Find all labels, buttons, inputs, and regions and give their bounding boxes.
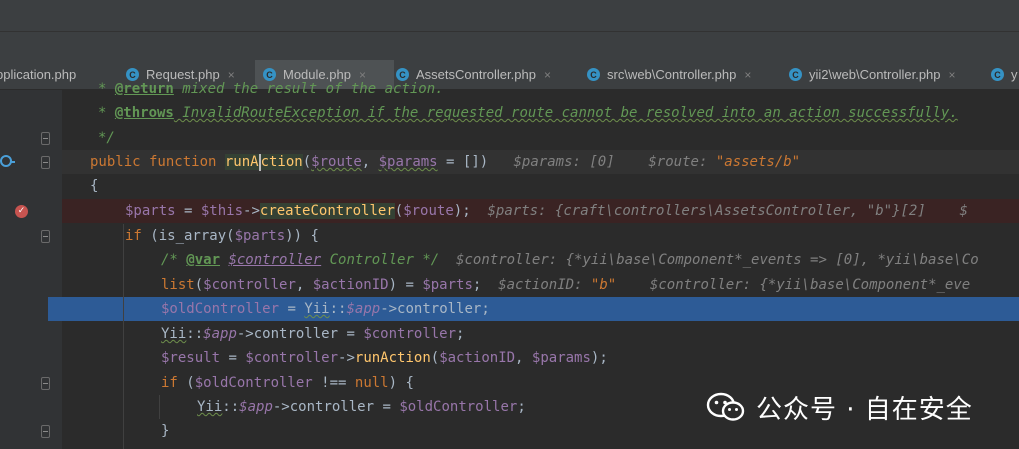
tab-src-web-controller[interactable]: C src\web\Controller.php × xyxy=(578,60,787,89)
indent-guide xyxy=(123,224,124,449)
php-class-icon: C xyxy=(587,68,600,81)
ide-toolbar xyxy=(0,0,1019,60)
code-line[interactable]: Yii::$app->controller = $oldController; xyxy=(197,395,526,419)
fold-marker[interactable] xyxy=(41,230,50,243)
inline-debug-value: $route: xyxy=(648,154,716,170)
code-line[interactable]: } xyxy=(161,419,169,443)
code-line[interactable]: */ xyxy=(98,126,115,150)
fold-marker[interactable] xyxy=(41,425,50,438)
close-icon[interactable]: × xyxy=(544,68,551,82)
code-line[interactable]: $result = $controller->runAction($action… xyxy=(161,346,608,370)
breakpoint-icon[interactable]: ✓ xyxy=(15,205,28,218)
fold-marker[interactable] xyxy=(41,156,50,169)
code-line[interactable]: $parts = $this->createController($route)… xyxy=(125,199,968,223)
code-line[interactable]: * @return mixed the result of the action… xyxy=(98,77,444,101)
close-icon[interactable]: × xyxy=(744,68,751,82)
tab-label: y xyxy=(1011,67,1018,82)
code-line[interactable]: if (is_array($parts)) { xyxy=(125,224,319,248)
code-line[interactable]: * @throws InvalidRouteException if the r… xyxy=(98,101,958,125)
code-line[interactable]: if ($oldController !== null) { xyxy=(161,371,414,395)
execution-point-icon xyxy=(0,155,15,167)
watermark-text: 公众号 · 自在安全 xyxy=(756,394,973,425)
code-line[interactable]: /* @var $controller Controller */ $contr… xyxy=(161,248,979,272)
code-line-selected[interactable]: $oldController = Yii::$app->controller; xyxy=(161,297,490,321)
php-class-icon: C xyxy=(991,68,1004,81)
inline-debug-value: $controller: {*yii\base\Component*_eve xyxy=(649,277,971,293)
editor-gutter xyxy=(0,90,62,449)
code-line[interactable]: Yii::$app->controller = $controller; xyxy=(161,322,464,346)
wechat-icon xyxy=(706,392,745,421)
inline-debug-value: $controller: {*yii\base\Component*_event… xyxy=(456,252,979,268)
php-class-icon: C xyxy=(789,68,802,81)
tab-label: src\web\Controller.php xyxy=(607,67,737,82)
watermark: 公众号 · 自在安全 xyxy=(706,387,973,427)
code-line[interactable]: list($controller, $actionID) = $parts; $… xyxy=(161,273,970,297)
tab-label: yii2\web\Controller.php xyxy=(809,67,941,82)
function-name: runA ction xyxy=(224,153,303,171)
tab-truncated[interactable]: C y xyxy=(985,60,1019,89)
inline-debug-value: $actionID: xyxy=(498,277,591,293)
code-line[interactable]: public function runA ction($route, $param… xyxy=(90,150,800,174)
inline-debug-value: $parts: {craft\controllers\AssetsControl… xyxy=(487,203,926,219)
fold-marker[interactable] xyxy=(41,132,50,145)
toolbar-divider xyxy=(0,31,1019,32)
fold-marker[interactable] xyxy=(41,377,50,390)
indent-guide xyxy=(159,395,160,419)
tab-yii2-web-controller[interactable]: C yii2\web\Controller.php × xyxy=(780,60,995,89)
close-icon[interactable]: × xyxy=(949,68,956,82)
tab-label: pplication.php xyxy=(0,67,77,82)
code-line[interactable]: { xyxy=(90,174,98,198)
inline-debug-value: $params: [0] xyxy=(513,154,615,170)
